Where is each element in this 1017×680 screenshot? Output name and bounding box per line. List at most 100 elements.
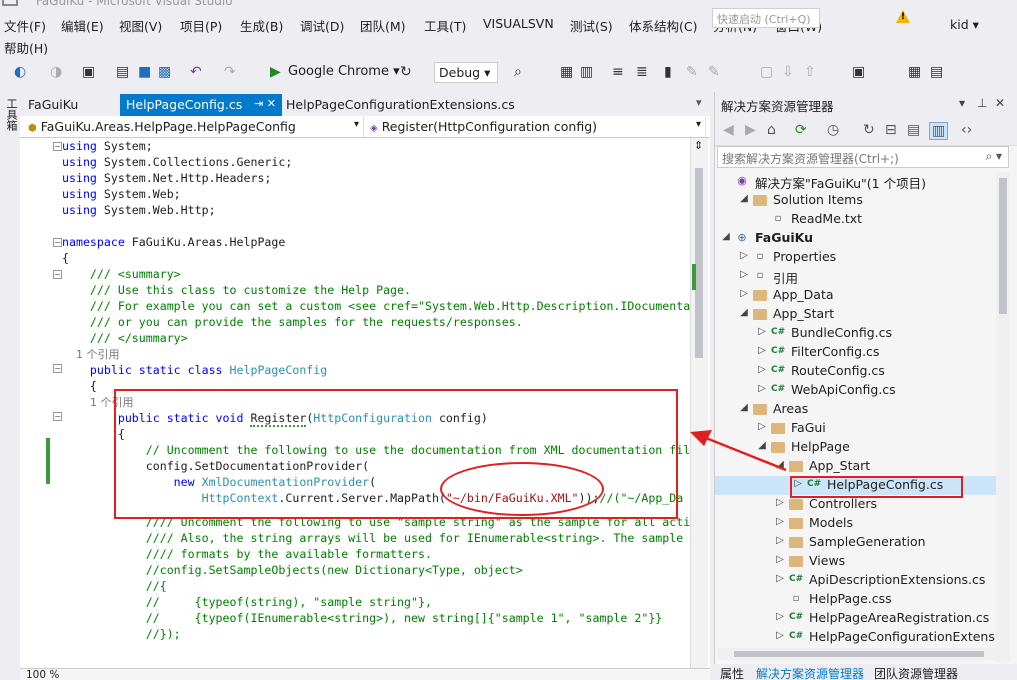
member-dropdown[interactable]: ◈ Register(HttpConfiguration config) ▾ — [366, 117, 706, 137]
code-line[interactable]: // {typeof(string), "sample string"}, — [62, 594, 432, 610]
expand-arrow-icon[interactable]: ▷ — [775, 516, 785, 527]
error-list-icon[interactable]: ▣ — [852, 64, 865, 80]
code-line[interactable]: using System; — [62, 138, 153, 154]
code-line[interactable]: using System.Net.Http.Headers; — [62, 170, 271, 186]
find-icon[interactable]: ⌕ — [514, 64, 522, 80]
fold-toggle-icon[interactable]: − — [53, 364, 62, 373]
menu-visualsvn[interactable]: VISUALSVN — [483, 16, 554, 31]
configuration-select[interactable]: Debug ▾ — [434, 62, 498, 83]
expand-arrow-icon[interactable]: ▷ — [775, 630, 785, 641]
tree-item[interactable]: ▷ ▫ 引用 — [715, 267, 997, 286]
quick-launch-input[interactable]: 快速启动 (Ctrl+Q) — [712, 8, 820, 28]
menu-edit[interactable]: 编辑(E) — [61, 16, 104, 35]
expand-arrow-icon[interactable]: ▷ — [775, 497, 785, 508]
comment-icon[interactable]: ≡ — [612, 64, 624, 80]
expand-arrow-icon[interactable]: ▷ — [775, 535, 785, 546]
toolbar-disabled-icon[interactable]: ⇧ — [804, 64, 816, 80]
tree-item[interactable]: ◢ HelpPage — [715, 438, 997, 457]
undo-icon[interactable]: ↶ — [190, 64, 202, 80]
tree-item[interactable]: ◢ Areas — [715, 400, 997, 419]
code-line[interactable]: //config.SetSampleObjects(new Dictionary… — [62, 562, 523, 578]
open-file-icon[interactable]: ▤ — [116, 64, 129, 80]
start-debugging-icon[interactable]: ▶ — [270, 64, 281, 80]
expand-arrow-icon[interactable]: ◢ — [739, 193, 749, 204]
code-icon[interactable]: ‹› — [961, 122, 972, 138]
toolbar-tool-icon[interactable]: ▥ — [580, 64, 593, 80]
editor-vertical-scrollbar[interactable]: ⇕ — [690, 138, 708, 668]
expand-arrow-icon[interactable]: ▷ — [739, 250, 749, 261]
toolbar-disabled-icon[interactable]: ▢ — [760, 64, 773, 80]
tree-item[interactable]: ▷ FaGui — [715, 419, 997, 438]
toolbar-tool-icon[interactable]: ▤ — [930, 64, 943, 80]
code-line[interactable]: /// </summary> — [62, 330, 188, 346]
new-project-icon[interactable]: ▣ — [82, 64, 95, 80]
explorer-vertical-scrollbar[interactable] — [996, 172, 1010, 662]
fold-toggle-icon[interactable]: − — [53, 238, 62, 247]
code-line[interactable]: { — [62, 378, 97, 394]
menu-test[interactable]: 测试(S) — [570, 16, 613, 35]
tree-item[interactable]: ▷ ▫ Properties — [715, 248, 997, 267]
solution-search-input[interactable]: 搜索解决方案资源管理器(Ctrl+;) ⌕ ▾ — [717, 146, 1009, 168]
tree-item[interactable]: ◢ App_Start — [715, 457, 997, 476]
home-icon[interactable]: ⌂ — [767, 122, 776, 138]
code-line[interactable]: //// Also, the string arrays will be use… — [62, 530, 683, 546]
expand-arrow-icon[interactable]: ▷ — [739, 269, 749, 280]
tab-pin-close-icon[interactable]: ⇥ ✕ — [254, 97, 276, 110]
expand-arrow-icon[interactable]: ▷ — [775, 611, 785, 622]
tree-item[interactable]: ◢ Solution Items — [715, 191, 997, 210]
expand-arrow-icon[interactable]: ▷ — [757, 421, 767, 432]
bookmark-next-icon[interactable]: ✎ — [708, 64, 720, 80]
menu-project[interactable]: 项目(P) — [180, 16, 222, 35]
code-line[interactable]: { — [62, 250, 69, 266]
explorer-hscroll-thumb[interactable] — [734, 651, 984, 657]
run-target-button[interactable]: Google Chrome ▾ — [288, 64, 400, 79]
menu-team[interactable]: 团队(M) — [360, 16, 406, 35]
tab-faguiku[interactable]: FaGuiKu — [22, 94, 84, 116]
tree-item[interactable]: ◢ ⊕ FaGuiKu — [715, 229, 997, 248]
code-line[interactable]: using System.Web.Http; — [62, 202, 216, 218]
tab-team-explorer[interactable]: 团队资源管理器 — [874, 665, 958, 680]
fold-toggle-icon[interactable]: − — [53, 270, 62, 279]
menu-view[interactable]: 视图(V) — [119, 16, 162, 35]
toolbar-disabled-icon[interactable]: ⇩ — [782, 64, 794, 80]
fold-toggle-icon[interactable]: − — [53, 142, 62, 151]
code-line[interactable]: public static class HelpPageConfig — [62, 362, 327, 378]
tree-item[interactable]: ▷ C# WebApiConfig.cs — [715, 381, 997, 400]
expand-arrow-icon[interactable]: ◢ — [739, 402, 749, 413]
tree-item[interactable]: ▷ SampleGeneration — [715, 533, 997, 552]
close-icon[interactable]: ✕ — [995, 96, 1005, 110]
code-line[interactable]: /// For example you can set a custom <se… — [62, 298, 690, 314]
code-line[interactable]: 1 个引用 — [62, 346, 120, 362]
code-line[interactable]: using System.Collections.Generic; — [62, 154, 292, 170]
explorer-scroll-thumb[interactable] — [999, 178, 1007, 314]
tree-item[interactable]: ▷ C# HelpPageAreaRegistration.cs — [715, 609, 997, 628]
refresh-icon[interactable]: ↻ — [863, 122, 875, 138]
expand-arrow-icon[interactable]: ◢ — [739, 307, 749, 318]
save-icon[interactable]: ■ — [138, 64, 151, 80]
tab-overflow-icon[interactable]: ▾ — [696, 96, 702, 109]
collapse-all-icon[interactable]: ⊟ — [885, 122, 897, 138]
menu-file[interactable]: 文件(F) — [4, 16, 46, 35]
warning-icon[interactable]: ! — [896, 10, 910, 23]
code-line[interactable]: //}); — [62, 626, 181, 642]
code-line[interactable]: //// formats by the available formatters… — [62, 546, 432, 562]
preview-icon[interactable]: ▥ — [929, 122, 949, 140]
panel-menu-icon[interactable]: ▾ — [959, 96, 965, 110]
expand-arrow-icon[interactable]: ▷ — [775, 554, 785, 565]
expand-arrow-icon[interactable]: ◢ — [721, 231, 731, 242]
user-menu[interactable]: kid ▾ — [950, 17, 979, 32]
tree-item[interactable]: ◉ 解决方案"FaGuiKu"(1 个项目) — [715, 172, 997, 191]
show-all-files-icon[interactable]: ▤ — [907, 122, 920, 138]
toolbar-tool-icon[interactable]: ▦ — [560, 64, 573, 80]
code-line[interactable]: //{ — [62, 578, 167, 594]
menu-tools[interactable]: 工具(T) — [424, 16, 466, 35]
tree-item[interactable]: ▷ C# HelpPageConfigurationExtens — [715, 628, 997, 647]
back-icon[interactable]: ◀ — [723, 122, 734, 138]
tree-item[interactable]: ▷ Views — [715, 552, 997, 571]
tree-item[interactable]: ▫ HelpPage.css — [715, 590, 997, 609]
code-line[interactable]: /// or you can provide the samples for t… — [62, 314, 523, 330]
tab-helppageconfig[interactable]: HelpPageConfig.cs ⇥ ✕ — [120, 94, 282, 116]
code-line[interactable]: namespace FaGuiKu.Areas.HelpPage — [62, 234, 285, 250]
fold-toggle-icon[interactable]: − — [53, 412, 62, 421]
expand-arrow-icon[interactable]: ◢ — [775, 459, 785, 470]
